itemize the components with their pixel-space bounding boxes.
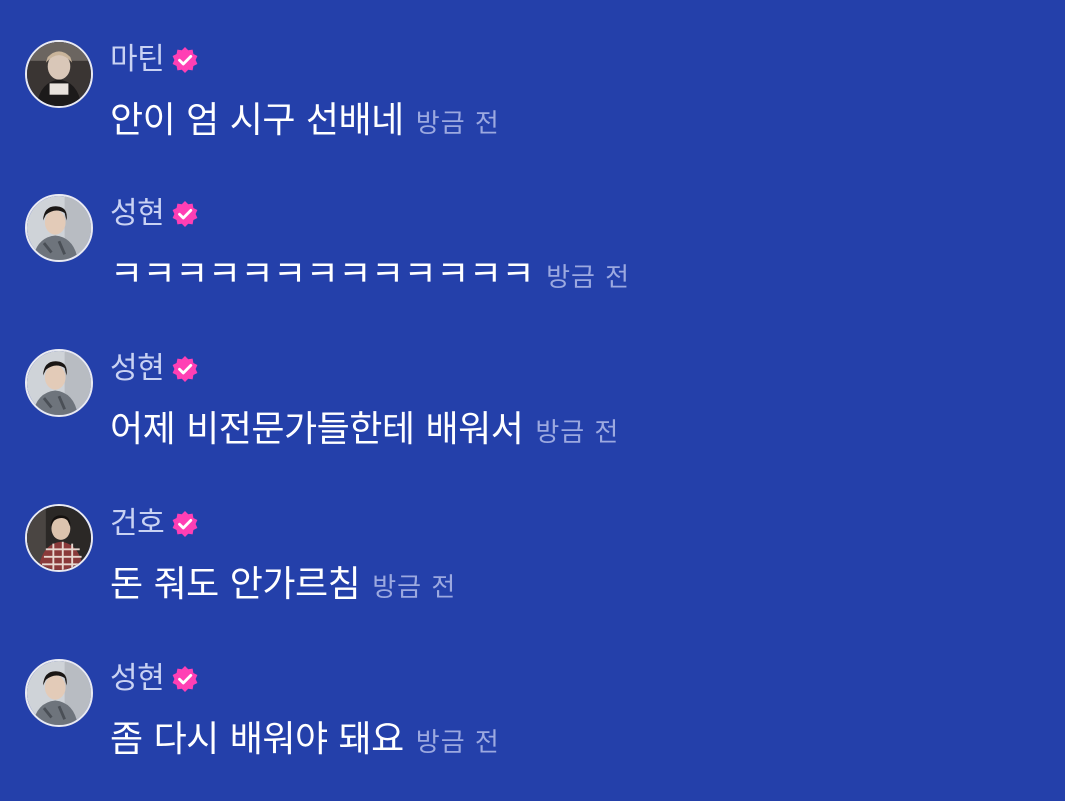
chat-message: 마틴 안이 엄 시구 선배네 방금 전 <box>0 40 1065 180</box>
message-body: 어제 비전문가들한테 배워서 방금 전 <box>110 405 619 455</box>
avatar-photo-icon <box>27 506 91 570</box>
message-timestamp: 방금 전 <box>372 573 457 603</box>
message-text: 안이 엄 시구 선배네 <box>110 100 404 141</box>
avatar[interactable] <box>25 194 93 262</box>
avatar-photo-icon <box>27 351 91 415</box>
message-text: 좀 다시 배워야 돼요 <box>110 719 404 760</box>
chat-message: 성현 ㅋㅋㅋㅋㅋㅋㅋㅋㅋㅋㅋㅋㅋ 방금 전 <box>0 194 1065 334</box>
message-text: ㅋㅋㅋㅋㅋㅋㅋㅋㅋㅋㅋㅋㅋ <box>110 254 535 295</box>
chat-message-list: 마틴 안이 엄 시구 선배네 방금 전 성현 ㅋㅋㅋㅋㅋㅋㅋㅋㅋㅋㅋㅋㅋ 방금 … <box>0 0 1065 801</box>
message-header: 건호 <box>110 504 200 544</box>
avatar-photo-icon <box>27 661 91 725</box>
verified-badge-icon <box>170 45 200 75</box>
avatar[interactable] <box>25 349 93 417</box>
verified-badge-icon <box>170 199 200 229</box>
avatar[interactable] <box>25 40 93 108</box>
message-header: 성현 <box>110 659 200 699</box>
verified-badge-icon <box>170 664 200 694</box>
message-header: 마틴 <box>110 40 200 80</box>
message-timestamp: 방금 전 <box>546 263 631 293</box>
avatar[interactable] <box>25 659 93 727</box>
message-header: 성현 <box>110 194 200 234</box>
message-body: ㅋㅋㅋㅋㅋㅋㅋㅋㅋㅋㅋㅋㅋ 방금 전 <box>110 250 630 300</box>
message-body: 안이 엄 시구 선배네 방금 전 <box>110 96 500 146</box>
message-text: 돈 줘도 안가르침 <box>110 564 361 605</box>
message-body: 돈 줘도 안가르침 방금 전 <box>110 560 456 610</box>
username[interactable]: 건호 <box>110 504 165 544</box>
verified-badge-icon <box>170 509 200 539</box>
message-timestamp: 방금 전 <box>535 418 620 448</box>
message-timestamp: 방금 전 <box>415 728 500 758</box>
verified-badge-icon <box>170 354 200 384</box>
message-timestamp: 방금 전 <box>415 109 500 139</box>
username[interactable]: 성현 <box>110 659 165 699</box>
username[interactable]: 마틴 <box>110 40 165 80</box>
message-header: 성현 <box>110 349 200 389</box>
username[interactable]: 성현 <box>110 194 165 234</box>
chat-message: 성현 어제 비전문가들한테 배워서 방금 전 <box>0 349 1065 489</box>
avatar-photo-icon <box>27 196 91 260</box>
chat-message: 건호 돈 줘도 안가르침 방금 전 <box>0 504 1065 644</box>
username[interactable]: 성현 <box>110 349 165 389</box>
avatar-photo-icon <box>27 42 91 106</box>
message-body: 좀 다시 배워야 돼요 방금 전 <box>110 715 500 765</box>
message-text: 어제 비전문가들한테 배워서 <box>110 409 524 450</box>
chat-message: 성현 좀 다시 배워야 돼요 방금 전 <box>0 659 1065 799</box>
avatar[interactable] <box>25 504 93 572</box>
